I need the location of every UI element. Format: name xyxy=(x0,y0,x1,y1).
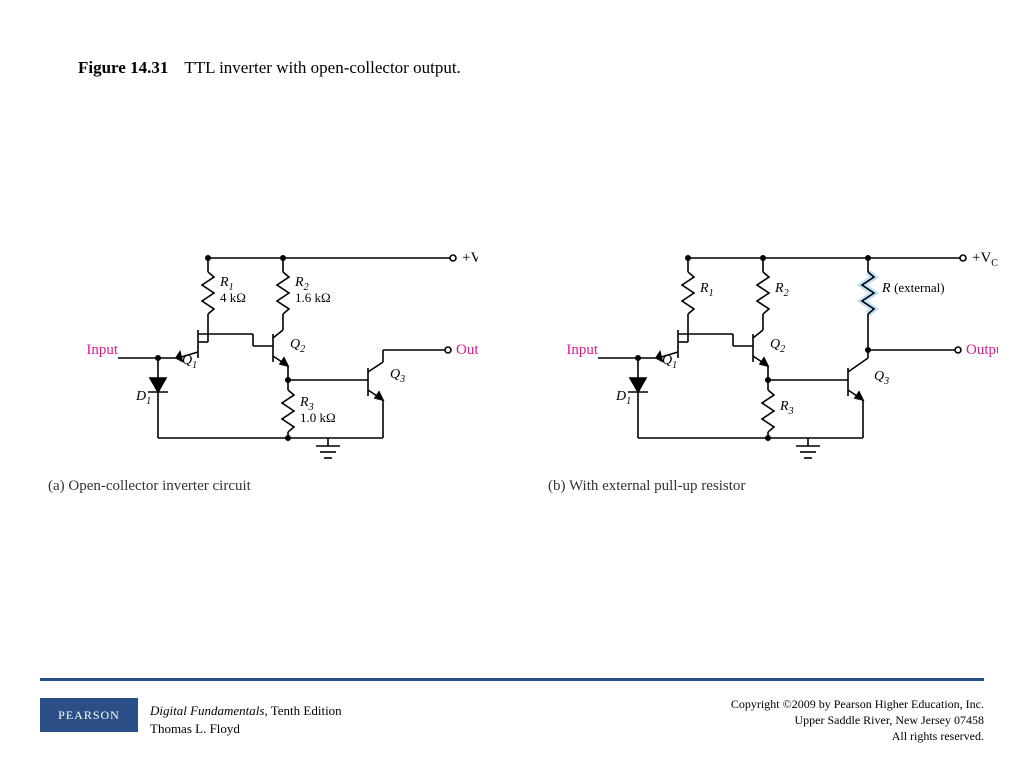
svg-text:Q2: Q2 xyxy=(290,337,305,355)
svg-text:R3: R3 xyxy=(779,399,794,417)
svg-text:Q3: Q3 xyxy=(874,369,889,387)
circuit-a-caption: (a) Open-collector inverter circuit xyxy=(48,478,251,495)
book-author: Thomas L. Floyd xyxy=(150,721,240,736)
copyright-line-2: Upper Saddle River, New Jersey 07458 xyxy=(731,712,984,728)
pearson-logo: PEARSON xyxy=(40,698,138,732)
svg-text:Q1: Q1 xyxy=(662,353,677,371)
svg-text:Q2: Q2 xyxy=(770,337,785,355)
svg-text:Input: Input xyxy=(566,342,598,358)
svg-text:R1: R1 xyxy=(699,281,714,299)
circuit-a: +VCC Input Output R1 4 kΩ R2 1.6 kΩ R3 1… xyxy=(48,230,478,475)
copyright-block: Copyright ©2009 by Pearson Higher Educat… xyxy=(731,696,984,745)
svg-text:+VCC: +VCC xyxy=(462,250,478,269)
svg-text:R2: R2 xyxy=(774,281,789,299)
figure-label: Figure 14.31 xyxy=(78,58,168,77)
circuit-diagrams: +VCC Input Output R1 4 kΩ R2 1.6 kΩ R3 1… xyxy=(48,230,978,500)
footer: PEARSON Digital Fundamentals, Tenth Edit… xyxy=(40,690,984,750)
circuit-b-svg: +VCC Input Output R1 R2 R (external) R3 … xyxy=(548,230,998,470)
svg-text:Output: Output xyxy=(456,342,478,358)
figure-title: TTL inverter with open-collector output. xyxy=(184,58,460,77)
copyright-line-3: All rights reserved. xyxy=(731,728,984,744)
circuit-b-caption: (b) With external pull-up resistor xyxy=(548,478,745,495)
svg-text:R (external): R (external) xyxy=(881,280,945,296)
svg-text:1.6 kΩ: 1.6 kΩ xyxy=(295,290,331,305)
svg-text:Q1: Q1 xyxy=(182,353,197,371)
footer-divider xyxy=(40,678,984,681)
copyright-line-1: Copyright ©2009 by Pearson Higher Educat… xyxy=(731,696,984,712)
book-info: Digital Fundamentals, Tenth Edition Thom… xyxy=(150,702,342,737)
svg-text:Output: Output xyxy=(966,342,998,358)
svg-text:4 kΩ: 4 kΩ xyxy=(220,290,246,305)
svg-text:Input: Input xyxy=(86,342,118,358)
svg-text:1.0 kΩ: 1.0 kΩ xyxy=(300,410,336,425)
page: Figure 14.31 TTL inverter with open-coll… xyxy=(0,0,1024,768)
svg-text:Q3: Q3 xyxy=(390,367,405,385)
book-title: Digital Fundamentals xyxy=(150,703,264,718)
figure-caption: Figure 14.31 TTL inverter with open-coll… xyxy=(78,58,461,78)
svg-text:+VCC: +VCC xyxy=(972,250,998,269)
circuit-b: +VCC Input Output R1 R2 R (external) R3 … xyxy=(548,230,978,475)
book-edition: , Tenth Edition xyxy=(264,703,341,718)
circuit-a-svg: +VCC Input Output R1 4 kΩ R2 1.6 kΩ R3 1… xyxy=(48,230,478,470)
